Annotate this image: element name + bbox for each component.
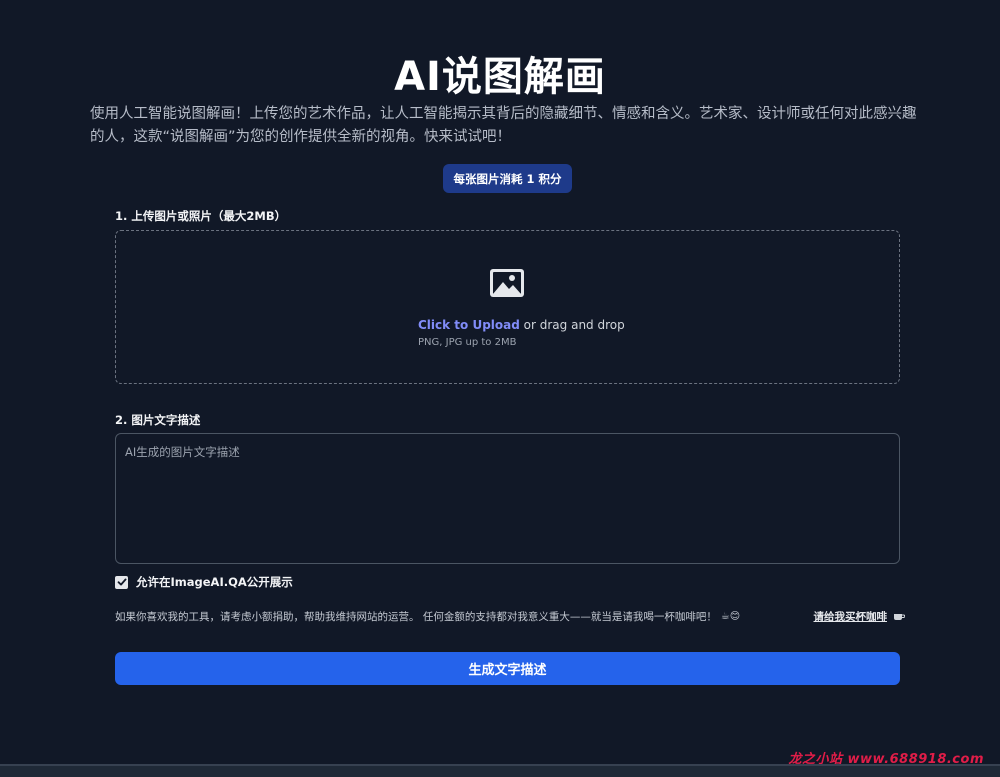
description-textarea[interactable] <box>115 433 900 564</box>
donate-row: 如果你喜欢我的工具，请考虑小额捐助，帮助我维持网站的运营。 任何金额的支持都对我… <box>115 607 905 625</box>
upload-label: 1. 上传图片或照片（最大2MB） <box>115 209 287 223</box>
intro-text: 使用人工智能说图解画！上传您的艺术作品，让人工智能揭示其背后的隐藏细节、情感和含… <box>90 106 917 145</box>
page-title: AI说图解画 <box>394 54 606 100</box>
upload-hint: PNG, JPG up to 2MB <box>418 337 517 348</box>
bottom-bar <box>0 766 1000 777</box>
click-to-upload-link[interactable]: Click to Upload <box>418 318 520 332</box>
buy-coffee-link[interactable]: 请给我买杯咖啡 <box>814 609 888 624</box>
donate-emoji: ☕😊 <box>720 610 741 622</box>
description-label: 2. 图片文字描述 <box>115 413 201 427</box>
generate-description-button[interactable]: 生成文字描述 <box>115 652 900 685</box>
image-icon <box>490 269 524 297</box>
donate-text: 如果你喜欢我的工具，请考虑小额捐助，帮助我维持网站的运营。 任何金额的支持都对我… <box>115 610 717 623</box>
public-option-row: 允许在ImageAI.QA公开展示 <box>115 574 293 590</box>
coffee-icon <box>894 614 905 620</box>
drag-drop-text: or drag and drop <box>519 318 625 332</box>
upload-instruction: Click to Upload or drag and drop <box>418 318 625 332</box>
upload-dropzone[interactable]: Click to Upload or drag and drop PNG, JP… <box>115 230 900 384</box>
cost-badge: 每张图片消耗 1 积分 <box>443 164 572 193</box>
page: AI说图解画 使用人工智能说图解画！上传您的艺术作品，让人工智能揭示其背后的隐藏… <box>0 0 1000 777</box>
public-checkbox-label: 允许在ImageAI.QA公开展示 <box>136 575 293 589</box>
checkmark-icon <box>117 578 126 586</box>
public-checkbox[interactable] <box>115 575 128 589</box>
